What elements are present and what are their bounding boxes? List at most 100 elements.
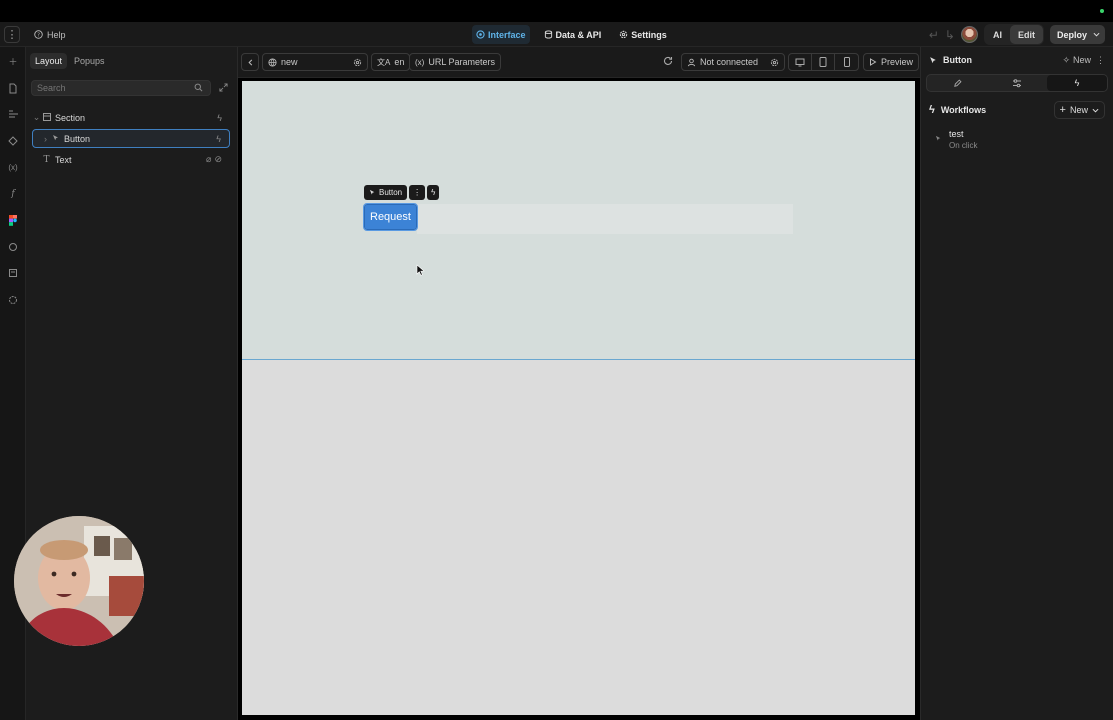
- properties-tabs: ϟ: [926, 74, 1108, 92]
- layers-icon[interactable]: [7, 108, 19, 120]
- help-icon: ?: [34, 30, 43, 39]
- figma-icon[interactable]: [7, 214, 19, 226]
- url-parameters-button[interactable]: (x) URL Parameters: [409, 53, 502, 71]
- new-workflow-label: New: [1069, 105, 1088, 115]
- settings-icon[interactable]: [7, 294, 19, 306]
- new-label: New: [1072, 55, 1091, 65]
- tab-settings[interactable]: Settings: [615, 25, 671, 44]
- status-dot: [1100, 9, 1104, 13]
- pointer-icon: [935, 135, 941, 141]
- pages-icon[interactable]: [7, 82, 19, 94]
- plugin-icon[interactable]: [7, 241, 19, 253]
- lightning-icon: ϟ: [217, 112, 222, 123]
- mobile-icon[interactable]: [835, 54, 858, 70]
- text-placeholder[interactable]: [417, 204, 793, 234]
- database-icon: [544, 30, 552, 39]
- expand-icon[interactable]: [219, 83, 228, 92]
- help-link[interactable]: ? Help: [34, 22, 66, 47]
- svg-text:?: ?: [37, 33, 40, 39]
- section-icon: [41, 112, 52, 123]
- interface-icon: [476, 30, 485, 39]
- visibility-icons: ⌀ ⊘: [206, 154, 222, 165]
- tab-layout[interactable]: Layout: [30, 53, 68, 69]
- deploy-button[interactable]: Deploy: [1049, 25, 1105, 44]
- variables-icon: (x): [415, 57, 425, 67]
- workflow-item-text: test On click: [949, 129, 977, 150]
- tree-item-label: Section: [55, 112, 86, 123]
- tab-settings-label: Settings: [631, 29, 667, 40]
- chevron-down-icon: [1093, 32, 1100, 37]
- undo-icon[interactable]: ↵: [929, 28, 939, 42]
- main-menu-button[interactable]: ⋮: [4, 26, 20, 43]
- tree-item-section[interactable]: ⌄ Section ϟ: [32, 108, 230, 127]
- tablet-icon[interactable]: [812, 54, 835, 70]
- tab-interface[interactable]: Interface: [472, 25, 530, 44]
- editor-canvas[interactable]: Button ⋮ ϟ Request: [242, 81, 915, 715]
- connection-label: Not connected: [700, 57, 759, 67]
- element-label: Button: [379, 188, 403, 197]
- eye-off-icon[interactable]: ⊘: [214, 154, 222, 165]
- chevron-right-icon[interactable]: ›: [41, 134, 50, 144]
- help-label: Help: [47, 29, 66, 40]
- ai-button[interactable]: AI: [985, 25, 1010, 44]
- search-icon: [194, 83, 203, 92]
- url-parameters-label: URL Parameters: [428, 57, 496, 67]
- gear-icon[interactable]: [770, 58, 779, 67]
- preview-button[interactable]: Preview: [863, 53, 920, 71]
- new-element-button[interactable]: ✧ New: [1062, 55, 1091, 66]
- text-icon: T: [43, 154, 50, 165]
- chevron-down-icon: [1092, 108, 1099, 113]
- lightning-icon: ϟ: [929, 104, 935, 116]
- avatar[interactable]: [960, 26, 978, 43]
- pencil-icon: [953, 78, 962, 87]
- edit-button[interactable]: Edit: [1009, 25, 1043, 44]
- search-input[interactable]: [31, 80, 211, 96]
- mode-tabs: Interface Data & API Settings: [472, 24, 671, 45]
- element-floating-toolbar: Button ⋮ ϟ: [364, 185, 440, 200]
- mouse-cursor-icon: [416, 264, 425, 276]
- desktop-icon[interactable]: [789, 54, 812, 70]
- tree-item-label: Text: [55, 154, 72, 165]
- pointer-icon: [369, 189, 375, 195]
- page-selector[interactable]: new: [262, 53, 368, 71]
- plus-icon: +: [1059, 104, 1066, 116]
- element-label-chip[interactable]: Button: [364, 185, 408, 200]
- new-workflow-button[interactable]: + New: [1053, 101, 1105, 119]
- link-icon[interactable]: ⌀: [206, 154, 211, 165]
- tree-item-label: Button: [64, 133, 91, 144]
- add-icon[interactable]: ＋: [7, 55, 19, 67]
- element-more-button[interactable]: ⋮: [409, 185, 426, 200]
- tree-item-button[interactable]: › Button ϟ: [32, 129, 230, 148]
- components-icon[interactable]: [7, 135, 19, 147]
- request-button[interactable]: Request: [363, 203, 418, 231]
- refresh-icon[interactable]: [663, 56, 673, 68]
- workflow-item[interactable]: test On click: [935, 129, 977, 150]
- tab-style[interactable]: [927, 75, 987, 91]
- connection-status[interactable]: Not connected: [681, 53, 785, 71]
- tab-popups[interactable]: Popups: [69, 53, 110, 69]
- more-icon[interactable]: ⋮: [1096, 55, 1105, 66]
- gear-icon[interactable]: [353, 58, 362, 67]
- library-icon[interactable]: [7, 267, 19, 279]
- user-icon: [687, 58, 696, 66]
- formula-icon[interactable]: f: [7, 188, 19, 200]
- tab-workflows[interactable]: ϟ: [1047, 75, 1107, 91]
- pointer-icon: [930, 56, 936, 63]
- tab-interface-label: Interface: [488, 29, 526, 40]
- lightning-icon[interactable]: ϟ: [427, 185, 440, 200]
- back-button[interactable]: [241, 53, 259, 71]
- variables-icon[interactable]: (x): [7, 161, 19, 173]
- redo-icon[interactable]: ↳: [945, 28, 955, 42]
- workflow-name: test: [949, 129, 964, 139]
- gear-icon: [620, 30, 628, 39]
- tab-data-api[interactable]: Data & API: [540, 25, 606, 44]
- language-selector[interactable]: 文A en: [371, 53, 411, 71]
- left-panel-tabs: Layout Popups: [30, 53, 110, 69]
- workflow-trigger: On click: [949, 141, 978, 150]
- play-icon: [870, 58, 877, 66]
- chevron-down-icon[interactable]: ⌄: [32, 112, 41, 123]
- canvas-section[interactable]: Button ⋮ ϟ Request: [242, 81, 915, 360]
- tab-settings-props[interactable]: [987, 75, 1047, 91]
- globe-icon: [268, 57, 277, 67]
- tree-item-text[interactable]: T Text ⌀ ⊘: [32, 150, 230, 169]
